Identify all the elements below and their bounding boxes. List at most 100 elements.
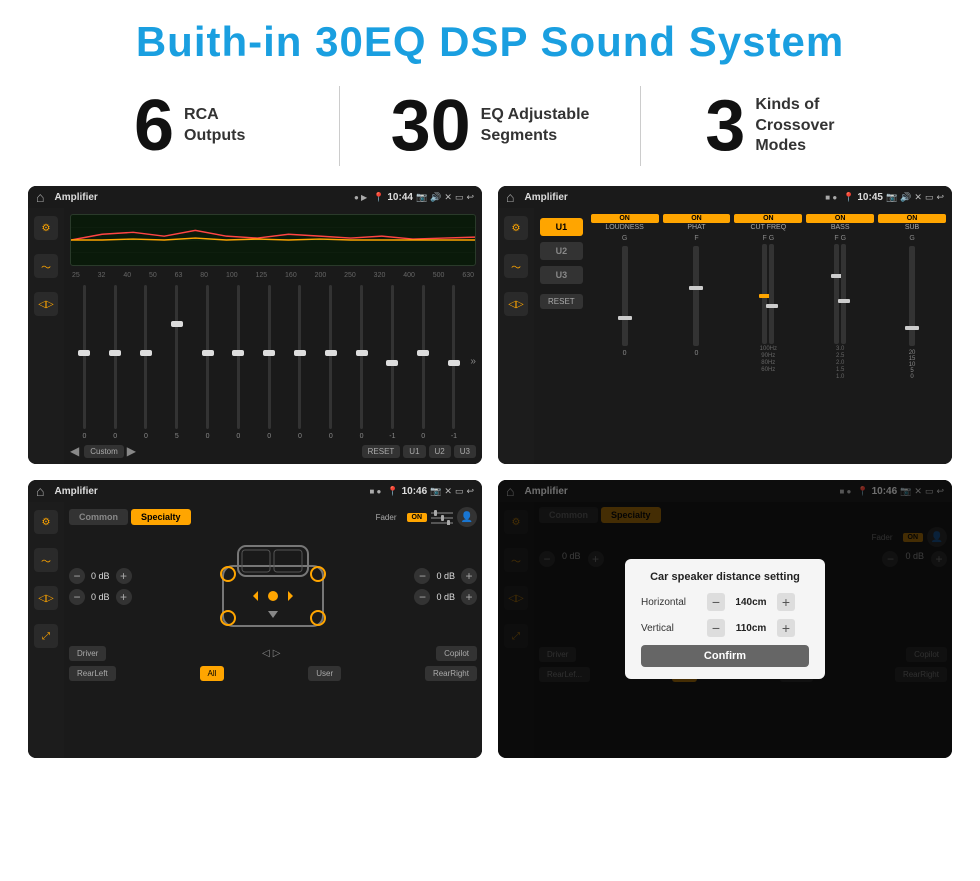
eq-slider-7[interactable]: 0 xyxy=(286,283,315,440)
loudness-label: LOUDNESS xyxy=(591,224,659,231)
sub-label: SUB xyxy=(878,224,946,231)
home-icon-3[interactable]: ⌂ xyxy=(36,483,44,499)
confirm-button[interactable]: Confirm xyxy=(641,645,809,667)
cutfreq-on[interactable]: ON xyxy=(734,214,802,223)
status-dots-3: ■ ● xyxy=(369,487,381,496)
eq-slider-8[interactable]: 0 xyxy=(316,283,345,440)
all-btn[interactable]: All xyxy=(200,666,225,681)
eq-screen: ⌂ Amplifier ● ▶ 📍 10:44 📷 🔊 ✕ ▭ ↩ ⚙ 〜 ◁▷ xyxy=(28,186,482,464)
bass-track-f[interactable] xyxy=(834,244,839,344)
phat-on[interactable]: ON xyxy=(663,214,731,223)
cutfreq-track-g[interactable] xyxy=(769,244,774,344)
vertical-plus-btn[interactable]: + xyxy=(777,619,795,637)
eq-slider-0[interactable]: 0 xyxy=(70,283,99,440)
eq-slider-2[interactable]: 0 xyxy=(132,283,161,440)
back-icon[interactable]: ↩ xyxy=(466,192,474,203)
back-icon-2[interactable]: ↩ xyxy=(936,192,944,203)
eq-sidebar: ⚙ 〜 ◁▷ xyxy=(28,208,64,464)
horizontal-plus-btn[interactable]: + xyxy=(777,593,795,611)
fader-on-badge[interactable]: ON xyxy=(407,513,428,522)
loudness-track[interactable] xyxy=(622,246,628,346)
cross-reset-btn[interactable]: RESET xyxy=(540,294,583,309)
location-icon-3: 📍 xyxy=(387,486,398,497)
volume-icon-2: 🔊 xyxy=(900,192,911,203)
location-icon: 📍 xyxy=(373,192,384,203)
stat-eq: 30 EQ AdjustableSegments xyxy=(360,90,619,162)
eq-slider-12[interactable]: -1 xyxy=(440,283,469,440)
preset-u3-btn[interactable]: U3 xyxy=(540,266,583,284)
eq-slider-6[interactable]: 0 xyxy=(255,283,284,440)
fader-controls-label: Fader ON 👤 xyxy=(376,507,477,527)
rear-right-btn[interactable]: RearRight xyxy=(425,666,477,681)
rear-left-btn[interactable]: RearLeft xyxy=(69,666,116,681)
eq-volume-icon[interactable]: ◁▷ xyxy=(34,292,58,316)
right-top-plus[interactable]: + xyxy=(461,568,477,584)
cross-volume-icon[interactable]: ◁▷ xyxy=(504,292,528,316)
eq-graph xyxy=(70,214,476,266)
left-top-plus[interactable]: + xyxy=(116,568,132,584)
eq-slider-10[interactable]: -1 xyxy=(378,283,407,440)
fader-settings-icon[interactable]: ⚙ xyxy=(34,510,58,534)
bass-on[interactable]: ON xyxy=(806,214,874,223)
right-top-minus[interactable]: − xyxy=(414,568,430,584)
cross-channels: ON LOUDNESS ON PHAT ON CUT FREQ ON xyxy=(587,214,946,458)
eq-wave-icon[interactable]: 〜 xyxy=(34,254,58,278)
home-icon[interactable]: ⌂ xyxy=(36,189,44,205)
eq-more-icon[interactable]: » xyxy=(470,356,476,367)
stat-crossover-number: 3 xyxy=(705,90,745,162)
bass-track-g[interactable] xyxy=(841,244,846,344)
cross-wave-icon[interactable]: 〜 xyxy=(504,254,528,278)
vertical-label: Vertical xyxy=(641,623,701,634)
preset-u2-btn[interactable]: U2 xyxy=(540,242,583,260)
left-bottom-minus[interactable]: − xyxy=(69,589,85,605)
preset-u1-btn[interactable]: U1 xyxy=(540,218,583,236)
eq-slider-9[interactable]: 0 xyxy=(347,283,376,440)
eq-next-icon[interactable]: ▶ xyxy=(127,444,136,458)
cutfreq-track-f[interactable] xyxy=(762,244,767,344)
right-bottom-plus[interactable]: + xyxy=(461,589,477,605)
eq-u3-btn[interactable]: U3 xyxy=(454,445,476,458)
stat-crossover-label: Kinds ofCrossover Modes xyxy=(755,95,875,157)
eq-u1-btn[interactable]: U1 xyxy=(403,445,425,458)
eq-time: 10:44 xyxy=(387,192,413,203)
phat-track[interactable] xyxy=(693,246,699,346)
horizontal-value: 140cm xyxy=(731,597,771,608)
cross-settings-icon[interactable]: ⚙ xyxy=(504,216,528,240)
vertical-minus-btn[interactable]: − xyxy=(707,619,725,637)
stat-eq-label: EQ AdjustableSegments xyxy=(481,105,590,147)
eq-u2-btn[interactable]: U2 xyxy=(429,445,451,458)
sub-track[interactable] xyxy=(909,246,915,346)
eq-main: 25 32 40 50 63 80 100 125 160 200 250 32… xyxy=(64,208,482,464)
right-bottom-minus[interactable]: − xyxy=(414,589,430,605)
eq-slider-4[interactable]: 0 xyxy=(193,283,222,440)
user-btn[interactable]: User xyxy=(308,666,341,681)
eq-custom-btn[interactable]: Custom xyxy=(84,445,124,458)
tab-common[interactable]: Common xyxy=(69,509,128,525)
horizontal-label: Horizontal xyxy=(641,597,701,608)
loudness-on[interactable]: ON xyxy=(591,214,659,223)
right-bottom-db: 0 dB xyxy=(432,592,459,602)
driver-btn[interactable]: Driver xyxy=(69,646,106,661)
left-bottom-plus[interactable]: + xyxy=(116,589,132,605)
eq-bottom: ◀ Custom ▶ RESET U1 U2 U3 xyxy=(70,444,476,458)
fader-expand-icon[interactable]: ⤢ xyxy=(34,624,58,648)
user-icon[interactable]: 👤 xyxy=(457,507,477,527)
tab-specialty[interactable]: Specialty xyxy=(131,509,191,525)
horizontal-minus-btn[interactable]: − xyxy=(707,593,725,611)
fader-volume-icon[interactable]: ◁▷ xyxy=(34,586,58,610)
back-icon-3[interactable]: ↩ xyxy=(466,486,474,497)
sub-on[interactable]: ON xyxy=(878,214,946,223)
left-top-minus[interactable]: − xyxy=(69,568,85,584)
fader-tabs: Common Specialty xyxy=(69,509,191,525)
fader-wave-icon[interactable]: 〜 xyxy=(34,548,58,572)
eq-slider-3[interactable]: 5 xyxy=(162,283,191,440)
eq-slider-5[interactable]: 0 xyxy=(224,283,253,440)
home-icon-2[interactable]: ⌂ xyxy=(506,189,514,205)
eq-reset-btn[interactable]: RESET xyxy=(362,445,401,458)
eq-slider-1[interactable]: 0 xyxy=(101,283,130,440)
eq-prev-icon[interactable]: ◀ xyxy=(70,444,79,458)
copilot-btn[interactable]: Copilot xyxy=(436,646,477,661)
eq-slider-11[interactable]: 0 xyxy=(409,283,438,440)
eq-settings-icon[interactable]: ⚙ xyxy=(34,216,58,240)
camera-icon: 📷 xyxy=(416,192,427,203)
